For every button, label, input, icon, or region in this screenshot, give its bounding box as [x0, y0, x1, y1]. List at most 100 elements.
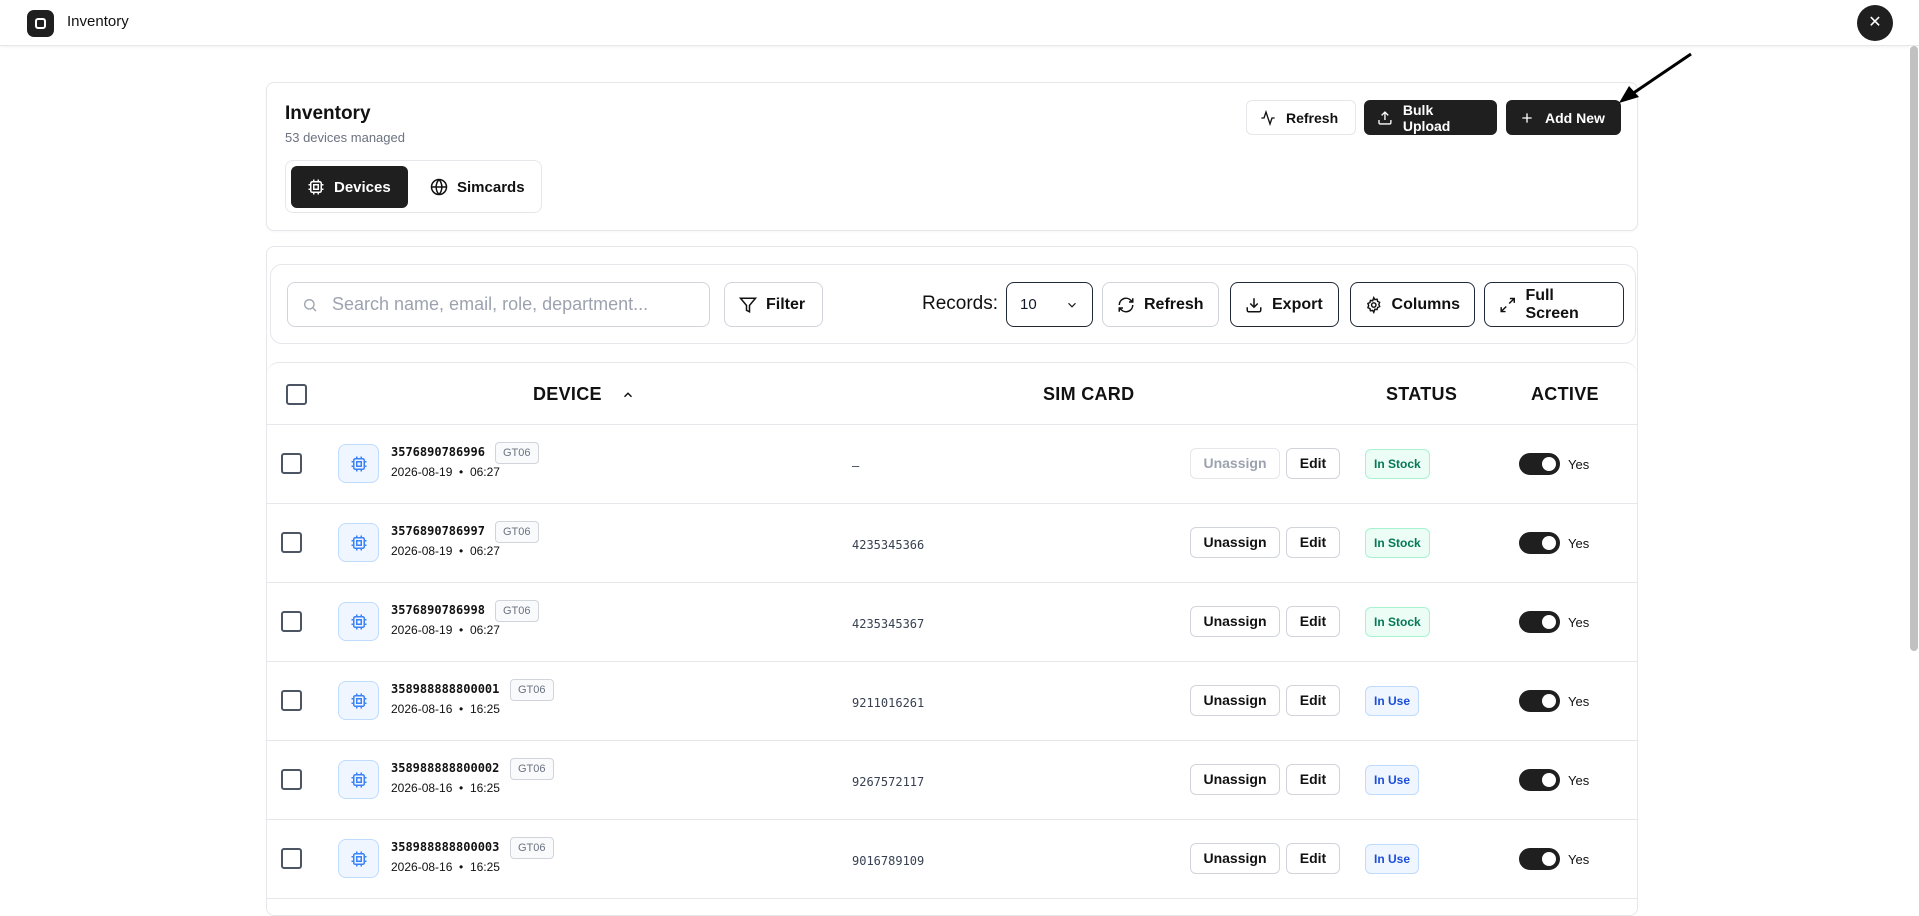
row-checkbox[interactable]: [281, 453, 302, 474]
active-toggle[interactable]: [1519, 769, 1560, 791]
device-model-badge: GT06: [510, 837, 554, 859]
device-id: 3576890786998: [391, 603, 485, 617]
table-row: 358988888800001 GT06 2026-08-16 • 16:25 …: [267, 662, 1637, 741]
table-row: 358988888800002 GT06 2026-08-16 • 16:25 …: [267, 741, 1637, 820]
edit-button[interactable]: Edit: [1286, 685, 1340, 716]
device-date: 2026-08-19 • 06:27: [391, 544, 500, 558]
search-input[interactable]: [332, 294, 692, 315]
unassign-button[interactable]: Unassign: [1190, 685, 1280, 716]
table-refresh-button[interactable]: Refresh: [1102, 282, 1219, 327]
columns-label: Columns: [1391, 295, 1460, 313]
sim-card-number: –: [852, 459, 860, 473]
device-date: 2026-08-16 • 16:25: [391, 781, 500, 795]
records-per-page-select[interactable]: 10: [1006, 282, 1093, 327]
chevron-up-icon: [624, 392, 633, 398]
search-box[interactable]: [287, 282, 710, 327]
page-title: Inventory: [285, 103, 371, 124]
records-value: 10: [1020, 296, 1037, 313]
active-toggle[interactable]: [1519, 453, 1560, 475]
device-model-badge: GT06: [495, 442, 539, 464]
chip-icon: [338, 839, 379, 878]
expand-icon: [1500, 297, 1515, 312]
scrollbar-thumb[interactable]: [1910, 46, 1918, 651]
device-model-badge: GT06: [495, 521, 539, 543]
device-id: 358988888800002: [391, 761, 500, 775]
annotation-arrow-icon: [1619, 52, 1692, 103]
tab-devices-label: Devices: [334, 178, 391, 196]
edit-button[interactable]: Edit: [1286, 606, 1340, 637]
chip-icon: [308, 179, 324, 195]
device-date: 2026-08-16 • 16:25: [391, 860, 500, 874]
edit-button[interactable]: Edit: [1286, 527, 1340, 558]
header-refresh-button[interactable]: Refresh: [1246, 100, 1356, 135]
page-subtitle: 53 devices managed: [285, 130, 405, 145]
sim-card-number: 9211016261: [852, 696, 925, 710]
active-toggle[interactable]: [1519, 532, 1560, 554]
status-badge: In Stock: [1365, 449, 1430, 479]
chip-icon: [338, 444, 379, 483]
active-toggle[interactable]: [1519, 848, 1560, 870]
globe-icon: [430, 178, 448, 196]
close-button[interactable]: ✕: [1857, 5, 1893, 41]
plus-icon: [1522, 112, 1532, 123]
refresh-icon: [1118, 297, 1134, 312]
scrollbar[interactable]: [1909, 46, 1919, 901]
table-toolbar: Filter Records: 10 Refresh Export Column…: [270, 264, 1636, 344]
top-bar: Inventory ✕: [0, 0, 1919, 46]
table-row: 3576890786996 GT06 2026-08-19 • 06:27 – …: [267, 425, 1637, 504]
device-id: 358988888800001: [391, 682, 500, 696]
chip-icon: [338, 760, 379, 799]
edit-button[interactable]: Edit: [1286, 764, 1340, 795]
unassign-button[interactable]: Unassign: [1190, 764, 1280, 795]
device-id: 3576890786996: [391, 445, 485, 459]
column-sim-card: SIM CARD: [1043, 384, 1135, 404]
unassign-button[interactable]: Unassign: [1190, 843, 1280, 874]
active-toggle[interactable]: [1519, 611, 1560, 633]
table-row: 3576890786997 GT06 2026-08-19 • 06:27 42…: [267, 504, 1637, 583]
add-new-label: Add New: [1545, 109, 1605, 126]
chip-icon: [338, 602, 379, 641]
active-toggle[interactable]: [1519, 690, 1560, 712]
search-icon: [304, 298, 317, 311]
tab-group: Devices Simcards: [285, 160, 542, 213]
filter-icon: [739, 297, 757, 313]
export-button[interactable]: Export: [1230, 282, 1339, 327]
bulk-upload-label: Bulk Upload: [1402, 101, 1451, 134]
edit-button[interactable]: Edit: [1286, 448, 1340, 479]
unassign-button[interactable]: Unassign: [1190, 448, 1280, 479]
filter-button[interactable]: Filter: [724, 282, 823, 327]
column-device-label: DEVICE: [533, 384, 602, 404]
row-checkbox[interactable]: [281, 611, 302, 632]
device-date: 2026-08-19 • 06:27: [391, 465, 500, 479]
tab-simcards[interactable]: Simcards: [414, 166, 536, 208]
bulk-upload-button[interactable]: Bulk Upload: [1364, 100, 1497, 135]
add-new-button[interactable]: Add New: [1506, 100, 1621, 135]
sim-card-number: 4235345367: [852, 617, 925, 631]
unassign-button[interactable]: Unassign: [1190, 606, 1280, 637]
edit-button[interactable]: Edit: [1286, 843, 1340, 874]
export-label: Export: [1272, 295, 1323, 313]
column-device[interactable]: DEVICE: [533, 384, 635, 405]
unassign-button[interactable]: Unassign: [1190, 527, 1280, 558]
status-badge: In Stock: [1365, 607, 1430, 637]
select-all-checkbox[interactable]: [286, 384, 307, 405]
row-checkbox[interactable]: [281, 848, 302, 869]
active-label: Yes: [1568, 457, 1590, 472]
device-model-badge: GT06: [510, 758, 554, 780]
row-checkbox[interactable]: [281, 532, 302, 553]
row-checkbox[interactable]: [281, 769, 302, 790]
columns-button[interactable]: Columns: [1350, 282, 1475, 327]
status-badge: In Stock: [1365, 528, 1430, 558]
active-label: Yes: [1568, 773, 1590, 788]
table-refresh-label: Refresh: [1144, 295, 1204, 313]
row-checkbox[interactable]: [281, 690, 302, 711]
full-screen-button[interactable]: Full Screen: [1484, 282, 1624, 327]
window-title: Inventory: [67, 13, 129, 30]
tab-simcards-label: Simcards: [457, 178, 525, 196]
status-badge: In Use: [1365, 765, 1420, 795]
device-id: 358988888800003: [391, 840, 500, 854]
tab-devices[interactable]: Devices: [291, 166, 408, 208]
header-refresh-label: Refresh: [1286, 109, 1339, 126]
chip-icon: [338, 681, 379, 720]
sim-card-number: 9016789109: [852, 854, 925, 868]
